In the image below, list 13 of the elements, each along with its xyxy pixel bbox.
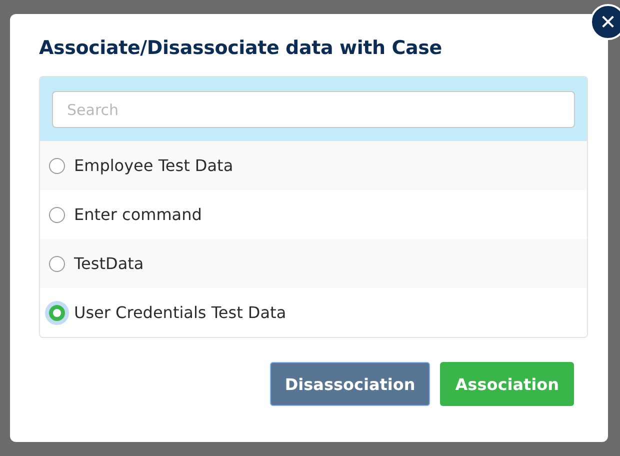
disassociation-button[interactable]: Disassociation xyxy=(270,362,430,406)
radio-button[interactable] xyxy=(49,206,65,222)
list-row[interactable]: TestData xyxy=(40,239,587,288)
dialog-title: Associate/Disassociate data with Case xyxy=(39,36,443,61)
radio-button[interactable] xyxy=(49,256,65,272)
radio-button[interactable] xyxy=(49,158,65,174)
item-label: Enter command xyxy=(74,205,202,224)
item-label: User Credentials Test Data xyxy=(74,303,286,322)
item-label: Employee Test Data xyxy=(74,156,234,175)
close-button[interactable]: ✕ xyxy=(590,4,620,40)
list-row[interactable]: Employee Test Data xyxy=(40,141,587,190)
search-field[interactable]: Search xyxy=(52,91,575,128)
item-label: TestData xyxy=(74,254,144,273)
